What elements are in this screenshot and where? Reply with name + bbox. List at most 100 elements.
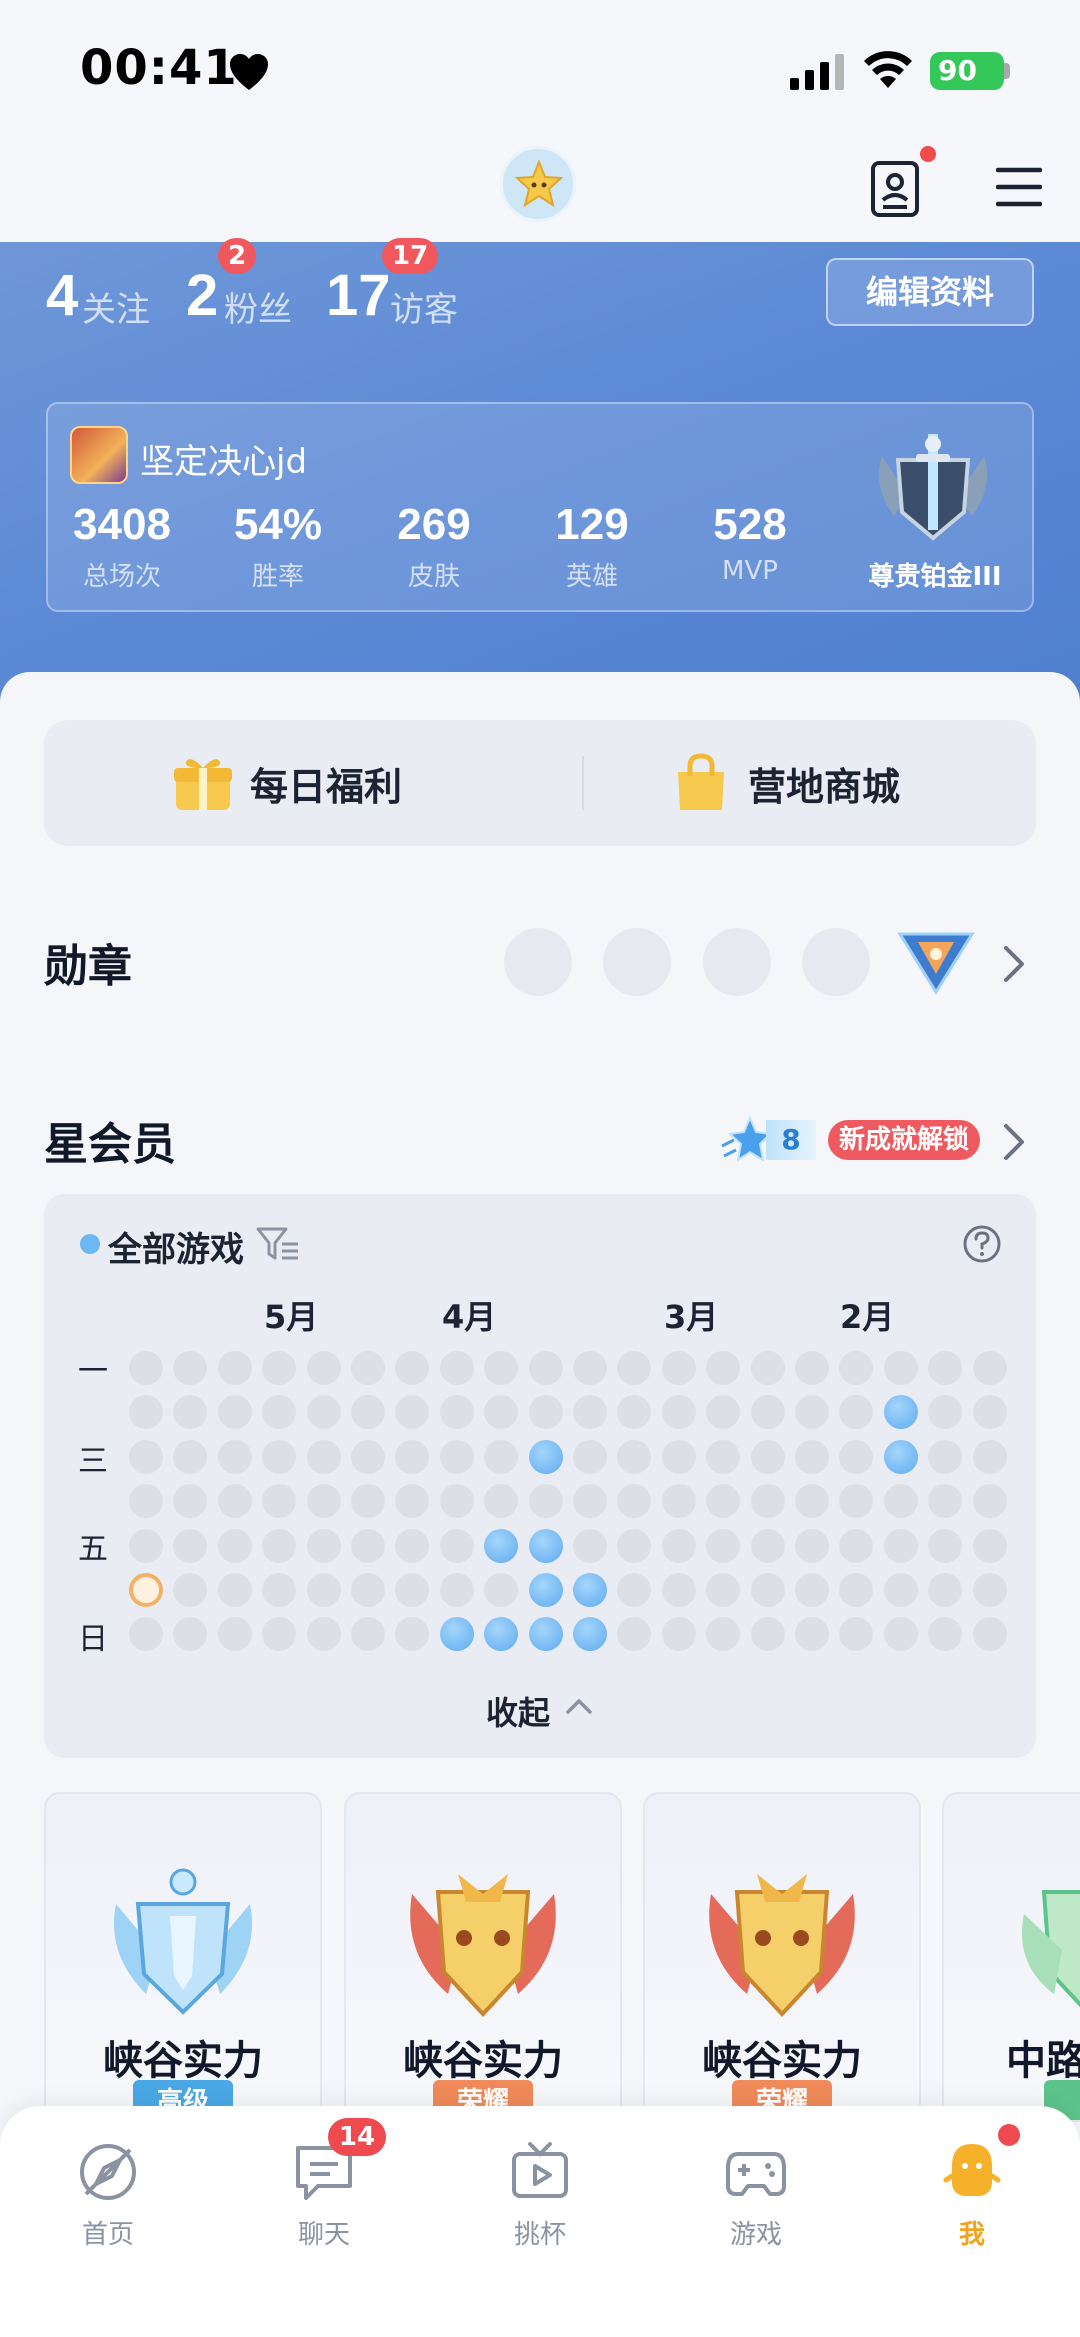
- heatmap-cell: [751, 1573, 785, 1607]
- heatmap-cell: [351, 1351, 385, 1385]
- edit-profile-button[interactable]: 编辑资料: [826, 258, 1034, 326]
- nav-cup-label: 挑杯: [513, 2220, 566, 2250]
- heatmap-cell: [839, 1529, 873, 1563]
- heatmap-cell: [351, 1617, 385, 1651]
- medals-title: 勋章: [44, 941, 132, 992]
- heatmap-cell: [129, 1484, 163, 1518]
- heatmap-cell: [662, 1440, 696, 1474]
- heatmap-cell: [129, 1351, 163, 1385]
- heatmap-cell: [351, 1484, 385, 1518]
- medal-slot[interactable]: [603, 928, 671, 996]
- nav-chat[interactable]: 聊天: [264, 2140, 384, 2251]
- heatmap-cell: [973, 1484, 1007, 1518]
- heatmap-cell: [884, 1395, 918, 1429]
- filter-icon[interactable]: [256, 1226, 300, 1262]
- visitors-count[interactable]: 17: [326, 262, 391, 329]
- heatmap-cell: [262, 1573, 296, 1607]
- nav-home[interactable]: 首页: [48, 2140, 168, 2251]
- heatmap-cell: [484, 1529, 518, 1563]
- gold-dragon-crest-icon: [709, 1874, 855, 2017]
- nav-me[interactable]: 我: [912, 2140, 1032, 2251]
- game-filter-label[interactable]: 全部游戏: [108, 1222, 244, 1271]
- new-achievement-badge[interactable]: 新成就解锁: [828, 1120, 980, 1160]
- heatmap-cell: [662, 1351, 696, 1385]
- chevron-right-icon[interactable]: [1002, 944, 1026, 984]
- heatmap-cell: [129, 1617, 163, 1651]
- heatmap-cell: [218, 1573, 252, 1607]
- heatmap-cell: [573, 1484, 607, 1518]
- heatmap-cell: [262, 1440, 296, 1474]
- medal-slot[interactable]: [703, 928, 771, 996]
- heatmap-cell: [839, 1573, 873, 1607]
- compass-icon: [80, 2144, 136, 2200]
- medal-slot[interactable]: [802, 928, 870, 996]
- heatmap-cell: [395, 1484, 429, 1518]
- achievement-title: 峡谷实力: [702, 2038, 862, 2084]
- collapse-button[interactable]: 收起: [486, 1688, 550, 1734]
- chevron-right-icon[interactable]: [1002, 1122, 1026, 1162]
- heatmap-cell: [617, 1395, 651, 1429]
- heatmap-cell: [173, 1351, 207, 1385]
- medal-badge-icon[interactable]: [896, 930, 976, 996]
- rank-emblem-icon: [878, 434, 988, 541]
- gamepad-icon: [726, 2152, 786, 2196]
- heatmap-cell: [218, 1484, 252, 1518]
- player-name: 坚定决心jd: [140, 442, 308, 482]
- help-icon[interactable]: [962, 1224, 1002, 1264]
- achievement-card[interactable]: 峡谷实力 高级: [44, 1792, 322, 2122]
- avatar[interactable]: [500, 146, 576, 222]
- heatmap-cell: [173, 1440, 207, 1474]
- heatmap-cell: [440, 1484, 474, 1518]
- medal-slot[interactable]: [504, 928, 572, 996]
- gift-icon: [174, 759, 232, 810]
- heatmap-cell: [573, 1573, 607, 1607]
- heatmap-cell: [173, 1529, 207, 1563]
- star-avatar-icon: [514, 159, 564, 208]
- achievement-title: 中路: [1006, 2038, 1080, 2084]
- month-label: 4月: [442, 1298, 497, 1336]
- heatmap-cell: [484, 1617, 518, 1651]
- signal-icon: [790, 54, 844, 90]
- heatmap-cell: [928, 1484, 962, 1518]
- game-app-icon: [70, 426, 128, 484]
- heatmap-cell: [662, 1617, 696, 1651]
- status-time: 00:41: [80, 40, 238, 96]
- achievement-card[interactable]: 峡谷实力 荣耀: [643, 1792, 921, 2122]
- heatmap-cell: [795, 1395, 829, 1429]
- camp-shop-button[interactable]: 营地商城: [670, 720, 900, 846]
- heatmap-cell: [395, 1573, 429, 1607]
- id-card-icon[interactable]: [870, 160, 920, 218]
- game-stats-card[interactable]: 坚定决心jd 3408 总场次 54% 胜率 269 皮肤 129 英雄 528 MVP …: [46, 402, 1034, 612]
- stat-mvp: 528 MVP: [713, 500, 787, 586]
- following-label[interactable]: 关注: [82, 282, 150, 331]
- heatmap-cell: [795, 1484, 829, 1518]
- heatmap-cell: [529, 1351, 563, 1385]
- heatmap-cell: [573, 1395, 607, 1429]
- rank-name: 尊贵铂金III: [868, 562, 1002, 592]
- achievement-card[interactable]: 峡谷实力 荣耀: [344, 1792, 622, 2122]
- heatmap-cell: [795, 1351, 829, 1385]
- heatmap-cell: [928, 1440, 962, 1474]
- heatmap-cell: [884, 1484, 918, 1518]
- heatmap-cell: [173, 1484, 207, 1518]
- fans-count[interactable]: 2: [186, 262, 218, 329]
- nav-cup[interactable]: 挑杯: [480, 2140, 600, 2251]
- heatmap-cell: [973, 1529, 1007, 1563]
- heatmap-cell: [440, 1573, 474, 1607]
- visitors-label[interactable]: 访客: [390, 282, 458, 331]
- heatmap-cell: [529, 1484, 563, 1518]
- heatmap-cell: [307, 1440, 341, 1474]
- heatmap-cell: [706, 1440, 740, 1474]
- achievement-card[interactable]: 中路 中: [942, 1792, 1080, 2122]
- heatmap-cell: [795, 1440, 829, 1474]
- chevron-up-icon[interactable]: [564, 1696, 594, 1716]
- heatmap-cell: [973, 1440, 1007, 1474]
- daily-benefit-button[interactable]: 每日福利: [172, 720, 402, 846]
- nav-game[interactable]: 游戏: [696, 2140, 816, 2251]
- nav-home-label: 首页: [81, 2220, 134, 2250]
- menu-icon[interactable]: [996, 164, 1042, 210]
- heatmap-cell: [529, 1440, 563, 1474]
- camp-shop-label: 营地商城: [748, 764, 901, 809]
- fans-label[interactable]: 粉丝: [224, 282, 292, 331]
- following-count[interactable]: 4: [46, 262, 78, 329]
